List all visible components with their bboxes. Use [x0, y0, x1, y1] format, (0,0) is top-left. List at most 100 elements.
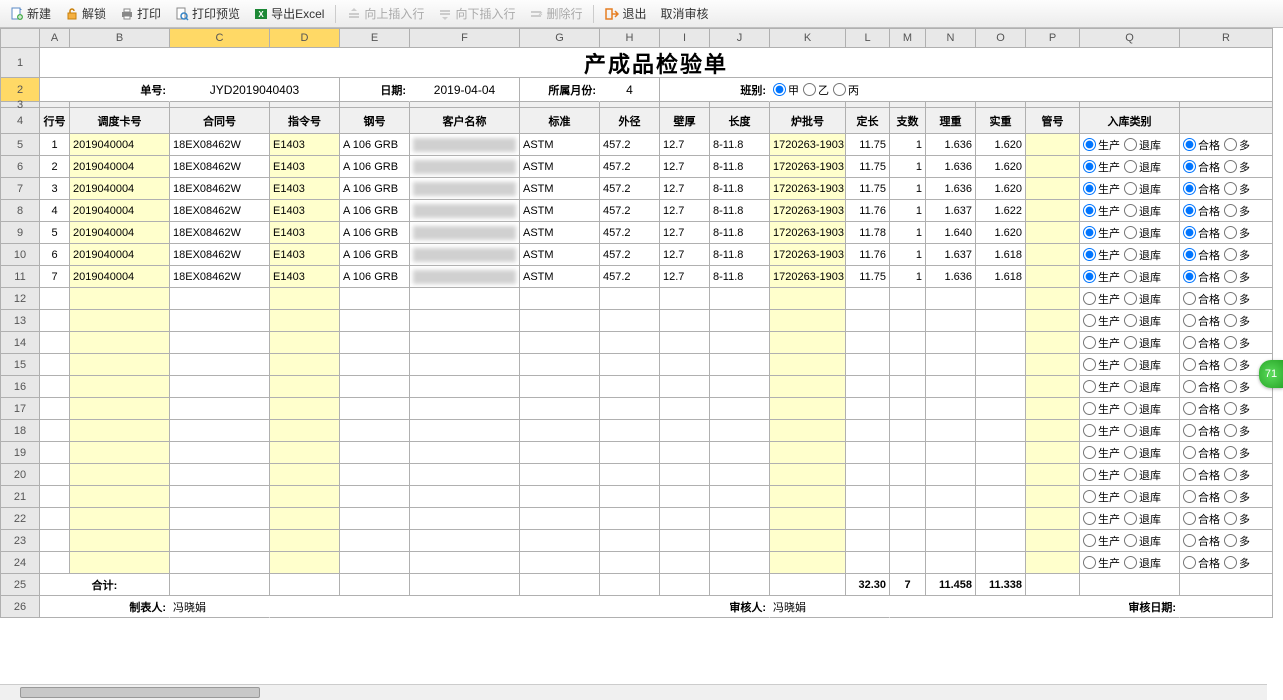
dispatch-15[interactable] — [70, 354, 170, 376]
row-head-22[interactable]: 22 — [0, 508, 40, 530]
float-badge[interactable]: 71 — [1259, 360, 1283, 388]
c-23-13[interactable] — [926, 530, 976, 552]
col-head-M[interactable]: M — [890, 28, 926, 48]
qc-opt1-7[interactable]: 合格 — [1183, 181, 1220, 197]
count-5[interactable]: 1 — [890, 134, 926, 156]
dispatch-6[interactable]: 2019040004 — [70, 156, 170, 178]
intype-opt2-13[interactable]: 退库 — [1124, 313, 1161, 329]
tube-15[interactable] — [1026, 354, 1080, 376]
order-15[interactable] — [270, 354, 340, 376]
order-22[interactable] — [270, 508, 340, 530]
order-18[interactable] — [270, 420, 340, 442]
shift-c[interactable]: 丙 — [833, 82, 859, 98]
qc-opt2-11[interactable]: 多 — [1224, 269, 1250, 285]
col-head-P[interactable]: P — [1026, 28, 1080, 48]
dispatch-23[interactable] — [70, 530, 170, 552]
c-22-4[interactable] — [340, 508, 410, 530]
steel-7[interactable]: A 106 GRB — [340, 178, 410, 200]
c-21-8[interactable] — [660, 486, 710, 508]
qc-opt1-8[interactable]: 合格 — [1183, 203, 1220, 219]
qc-opt2-23[interactable]: 多 — [1224, 533, 1250, 549]
customer-9[interactable] — [410, 222, 520, 244]
c-15-11[interactable] — [846, 354, 890, 376]
od-7[interactable]: 457.2 — [600, 178, 660, 200]
c-18-7[interactable] — [600, 420, 660, 442]
tube-19[interactable] — [1026, 442, 1080, 464]
c-14-8[interactable] — [660, 332, 710, 354]
customer-10[interactable] — [410, 244, 520, 266]
qc-opt2-21[interactable]: 多 — [1224, 489, 1250, 505]
row-head-6[interactable]: 6 — [0, 156, 40, 178]
qc-opt2-9[interactable]: 多 — [1224, 225, 1250, 241]
c-18-8[interactable] — [660, 420, 710, 442]
od-9[interactable]: 457.2 — [600, 222, 660, 244]
c-20-6[interactable] — [520, 464, 600, 486]
tube-21[interactable] — [1026, 486, 1080, 508]
col-head-D[interactable]: D — [270, 28, 340, 48]
c-21-13[interactable] — [926, 486, 976, 508]
c-13-5[interactable] — [410, 310, 520, 332]
c-12-8[interactable] — [660, 288, 710, 310]
customer-5[interactable] — [410, 134, 520, 156]
c-12-7[interactable] — [600, 288, 660, 310]
c-13-14[interactable] — [976, 310, 1026, 332]
c-18-12[interactable] — [890, 420, 926, 442]
col-head-C[interactable]: C — [170, 28, 270, 48]
qc-opt1-5[interactable]: 合格 — [1183, 137, 1220, 153]
c-18-5[interactable] — [410, 420, 520, 442]
order-9[interactable]: E1403 — [270, 222, 340, 244]
wt-8[interactable]: 12.7 — [660, 200, 710, 222]
c-24-11[interactable] — [846, 552, 890, 574]
c-21-7[interactable] — [600, 486, 660, 508]
c-22-12[interactable] — [890, 508, 926, 530]
c-16-13[interactable] — [926, 376, 976, 398]
c-20-9[interactable] — [710, 464, 770, 486]
row-head-18[interactable]: 18 — [0, 420, 40, 442]
c-24-7[interactable] — [600, 552, 660, 574]
dispatch-13[interactable] — [70, 310, 170, 332]
c-19-8[interactable] — [660, 442, 710, 464]
c-19-6[interactable] — [520, 442, 600, 464]
c-24-5[interactable] — [410, 552, 520, 574]
qc-opt2-12[interactable]: 多 — [1224, 291, 1250, 307]
standard-6[interactable]: ASTM — [520, 156, 600, 178]
export-button[interactable]: X导出Excel — [248, 3, 330, 24]
tube-6[interactable] — [1026, 156, 1080, 178]
c-18-4[interactable] — [340, 420, 410, 442]
wt-6[interactable]: 12.7 — [660, 156, 710, 178]
heat-19[interactable] — [770, 442, 846, 464]
tube-16[interactable] — [1026, 376, 1080, 398]
qc-opt1-21[interactable]: 合格 — [1183, 489, 1220, 505]
tube-14[interactable] — [1026, 332, 1080, 354]
c-14-4[interactable] — [340, 332, 410, 354]
row-head-13[interactable]: 13 — [0, 310, 40, 332]
intype-opt2-19[interactable]: 退库 — [1124, 445, 1161, 461]
c-24-12[interactable] — [890, 552, 926, 574]
c-14-6[interactable] — [520, 332, 600, 354]
qc-opt2-13[interactable]: 多 — [1224, 313, 1250, 329]
steel-8[interactable]: A 106 GRB — [340, 200, 410, 222]
actual-5[interactable]: 1.620 — [976, 134, 1026, 156]
qc-opt2-20[interactable]: 多 — [1224, 467, 1250, 483]
row-head-16[interactable]: 16 — [0, 376, 40, 398]
row-head-9[interactable]: 9 — [0, 222, 40, 244]
c-19-7[interactable] — [600, 442, 660, 464]
dispatch-24[interactable] — [70, 552, 170, 574]
steel-6[interactable]: A 106 GRB — [340, 156, 410, 178]
wt-5[interactable]: 12.7 — [660, 134, 710, 156]
count-8[interactable]: 1 — [890, 200, 926, 222]
dispatch-16[interactable] — [70, 376, 170, 398]
c-19-14[interactable] — [976, 442, 1026, 464]
c-24-14[interactable] — [976, 552, 1026, 574]
c-14-14[interactable] — [976, 332, 1026, 354]
tube-17[interactable] — [1026, 398, 1080, 420]
contract-20[interactable] — [170, 464, 270, 486]
qc-opt1-6[interactable]: 合格 — [1183, 159, 1220, 175]
c-20-5[interactable] — [410, 464, 520, 486]
scrollbar-thumb[interactable] — [20, 687, 260, 698]
c-21-5[interactable] — [410, 486, 520, 508]
c-20-4[interactable] — [340, 464, 410, 486]
col-head-O[interactable]: O — [976, 28, 1026, 48]
c-18-9[interactable] — [710, 420, 770, 442]
qc-opt1-20[interactable]: 合格 — [1183, 467, 1220, 483]
